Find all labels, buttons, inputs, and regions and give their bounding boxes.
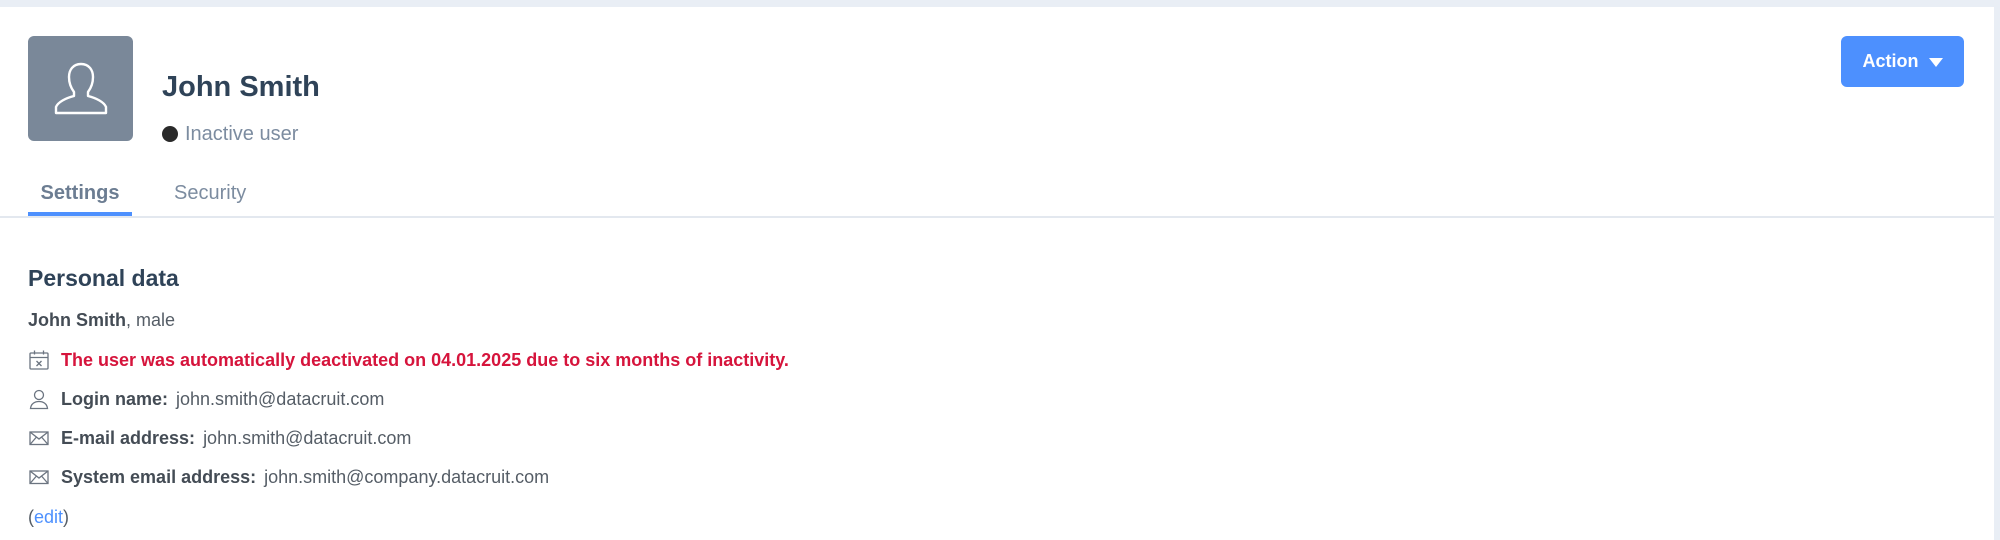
gender: , male — [126, 309, 176, 330]
system-email-label: System email address: — [61, 466, 257, 487]
email-value: john.smith@datacruit.com — [203, 427, 412, 448]
user-name: John Smith — [162, 71, 320, 103]
user-silhouette-icon — [50, 58, 112, 120]
deactivation-warning-row: The user was automatically deactivated o… — [28, 347, 789, 373]
caret-down-icon — [1928, 58, 1943, 67]
tabs-divider — [0, 216, 1994, 218]
login-name-label: Login name: — [61, 388, 168, 409]
edit-row: ( edit ) — [28, 504, 69, 530]
deactivation-warning: The user was automatically deactivated o… — [61, 349, 789, 370]
edit-link[interactable]: edit — [34, 507, 63, 528]
email-label: E-mail address: — [61, 427, 196, 448]
edit-close-paren: ) — [63, 506, 70, 527]
envelope-icon — [28, 466, 50, 488]
avatar — [28, 36, 133, 141]
system-email-value: john.smith@company.datacruit.com — [264, 466, 550, 487]
login-name-value: john.smith@datacruit.com — [176, 388, 385, 409]
full-name: John Smith — [28, 309, 126, 330]
action-button-label: Action — [1862, 51, 1919, 71]
section-title: Personal data — [28, 265, 179, 291]
user-icon — [28, 388, 50, 410]
tab-settings[interactable]: Settings — [28, 175, 132, 211]
email-row: E-mail address: john.smith@datacruit.com — [28, 425, 411, 451]
name-row: John Smith , male — [28, 307, 175, 333]
status-label: Inactive user — [185, 122, 299, 145]
envelope-icon — [28, 427, 50, 449]
action-button[interactable]: Action — [1841, 36, 1964, 87]
user-profile-card: John Smith Inactive user Action Settings… — [0, 7, 1994, 540]
system-email-row: System email address: john.smith@company… — [28, 464, 549, 490]
login-name-row: Login name: john.smith@datacruit.com — [28, 386, 384, 412]
tab-security[interactable]: Security — [174, 175, 246, 211]
user-status: Inactive user — [162, 120, 298, 148]
status-dot-icon — [162, 126, 178, 142]
calendar-x-icon — [28, 349, 50, 371]
